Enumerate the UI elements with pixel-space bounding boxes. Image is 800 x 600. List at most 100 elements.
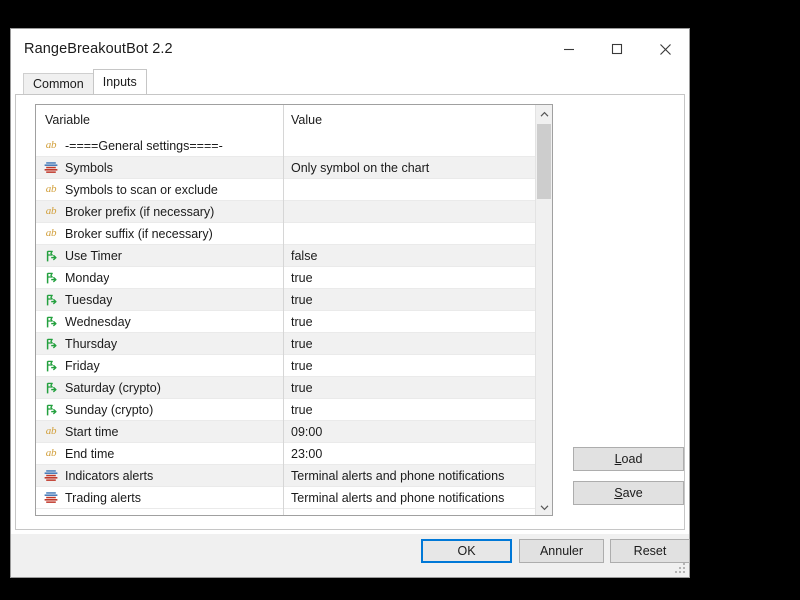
table-row[interactable]: Symbols Only symbol on the chart <box>36 157 535 179</box>
variable-label: Broker prefix (if necessary) <box>65 204 215 219</box>
variable-cell: Use Timer <box>36 248 283 264</box>
table-row[interactable]: Tuesday true <box>36 289 535 311</box>
window-title: RangeBreakoutBot 2.2 <box>24 41 173 57</box>
value-cell[interactable]: Terminal alerts and phone notifications <box>283 491 535 505</box>
screen: RangeBreakoutBot 2.2 Common Inputs Varia… <box>0 0 800 600</box>
close-button[interactable] <box>641 29 689 69</box>
table-row[interactable]: ab -====General settings====- <box>36 135 535 157</box>
variable-label: Use Timer <box>65 248 122 263</box>
value-cell[interactable]: true <box>283 403 535 417</box>
table-row[interactable]: Wednesday true <box>36 311 535 333</box>
string-type-icon: ab <box>45 183 57 195</box>
value-cell[interactable]: Only symbol on the chart <box>283 161 535 175</box>
variable-label: Friday <box>65 358 100 373</box>
table-row[interactable]: Trading alerts Terminal alerts and phone … <box>36 487 535 509</box>
maximize-button[interactable] <box>593 29 641 69</box>
string-type-icon: ab <box>45 139 57 151</box>
variable-cell: Indicators alerts <box>36 468 283 484</box>
reset-button[interactable]: Reset <box>610 539 690 563</box>
variable-cell: ab -====General settings====- <box>36 138 283 154</box>
table-row[interactable]: Monday true <box>36 267 535 289</box>
tab-common[interactable]: Common <box>23 73 94 94</box>
bool-type-icon <box>43 292 59 308</box>
value-cell[interactable]: false <box>283 249 535 263</box>
value-cell[interactable]: Terminal alerts and phone notifications <box>283 469 535 483</box>
bool-type-icon <box>43 248 59 264</box>
table-row[interactable]: Sunday (crypto) true <box>36 399 535 421</box>
grid-vertical-scrollbar[interactable] <box>535 105 552 515</box>
cancel-button[interactable]: Annuler <box>519 539 604 563</box>
value-cell[interactable]: true <box>283 315 535 329</box>
inputs-grid-body: Variable Value ab -====General settings==… <box>36 105 535 515</box>
value-cell[interactable]: true <box>283 293 535 307</box>
scroll-down-button[interactable] <box>536 498 552 515</box>
variable-cell: Sunday (crypto) <box>36 402 283 418</box>
table-row[interactable]: ab Broker prefix (if necessary) <box>36 201 535 223</box>
load-button[interactable]: Load <box>573 447 684 471</box>
table-row[interactable]: ab Start time 09:00 <box>36 421 535 443</box>
load-button-label: Load <box>614 452 643 466</box>
variable-label: Broker suffix (if necessary) <box>65 226 213 241</box>
value-cell[interactable]: true <box>283 271 535 285</box>
inputs-grid: Variable Value ab -====General settings==… <box>35 104 553 516</box>
value-cell[interactable]: true <box>283 359 535 373</box>
scroll-up-button[interactable] <box>536 105 552 122</box>
table-row[interactable]: Thursday true <box>36 333 535 355</box>
resize-grip[interactable] <box>675 563 687 575</box>
variable-label: Trading alerts <box>65 490 141 505</box>
table-row[interactable]: Friday true <box>36 355 535 377</box>
bool-type-icon <box>43 380 59 396</box>
chevron-up-icon <box>540 105 549 123</box>
variable-label: Thursday <box>65 336 118 351</box>
save-button[interactable]: Save <box>573 481 684 505</box>
variable-label: End time <box>65 446 115 461</box>
variable-cell: Thursday <box>36 336 283 352</box>
dialog-footer: OK Annuler Reset <box>11 534 690 577</box>
bool-type-icon <box>43 314 59 330</box>
variable-cell: ab Start time <box>36 424 283 440</box>
variable-cell: ab Symbols to scan or exclude <box>36 182 283 198</box>
dialog-window: RangeBreakoutBot 2.2 Common Inputs Varia… <box>10 28 690 578</box>
scrollbar-thumb[interactable] <box>537 124 551 199</box>
tab-inputs[interactable]: Inputs <box>92 69 147 94</box>
minimize-button[interactable] <box>545 29 593 69</box>
variable-label: Sunday (crypto) <box>65 402 154 417</box>
variable-cell: Wednesday <box>36 314 283 330</box>
bool-type-icon <box>43 358 59 374</box>
variable-cell: Tuesday <box>36 292 283 308</box>
table-row[interactable]: ab Symbols to scan or exclude <box>36 179 535 201</box>
minimize-icon <box>563 43 575 55</box>
value-cell[interactable]: true <box>283 337 535 351</box>
enum-type-icon <box>43 160 59 176</box>
title-bar: RangeBreakoutBot 2.2 <box>11 29 689 69</box>
variable-label: Start time <box>65 424 119 439</box>
close-icon <box>659 43 672 56</box>
table-row[interactable]: Saturday (crypto) true <box>36 377 535 399</box>
bool-type-icon <box>43 270 59 286</box>
save-button-label: Save <box>614 486 643 500</box>
enum-type-icon <box>43 468 59 484</box>
table-row[interactable]: ab End time 23:00 <box>36 443 535 465</box>
table-row[interactable]: Use Timer false <box>36 245 535 267</box>
variable-cell: Symbols <box>36 160 283 176</box>
variable-label: Indicators alerts <box>65 468 154 483</box>
grid-header-row: Variable Value <box>36 105 535 135</box>
variable-cell: Monday <box>36 270 283 286</box>
variable-cell: Trading alerts <box>36 490 283 506</box>
string-type-icon: ab <box>45 447 57 459</box>
table-row[interactable]: Indicators alerts Terminal alerts and pho… <box>36 465 535 487</box>
scrollbar-track[interactable] <box>536 122 552 498</box>
value-cell[interactable]: true <box>283 381 535 395</box>
grid-rows: ab -====General settings====- Symbols Only … <box>36 135 535 509</box>
value-cell[interactable]: 09:00 <box>283 425 535 439</box>
chevron-down-icon <box>540 498 549 516</box>
string-type-icon: ab <box>45 425 57 437</box>
table-row[interactable]: ab Broker suffix (if necessary) <box>36 223 535 245</box>
bool-type-icon <box>43 402 59 418</box>
side-button-group: Load Save <box>573 447 684 515</box>
variable-label: Monday <box>65 270 110 285</box>
variable-label: Symbols to scan or exclude <box>65 182 218 197</box>
string-type-icon: ab <box>45 227 57 239</box>
value-cell[interactable]: 23:00 <box>283 447 535 461</box>
ok-button[interactable]: OK <box>421 539 512 563</box>
